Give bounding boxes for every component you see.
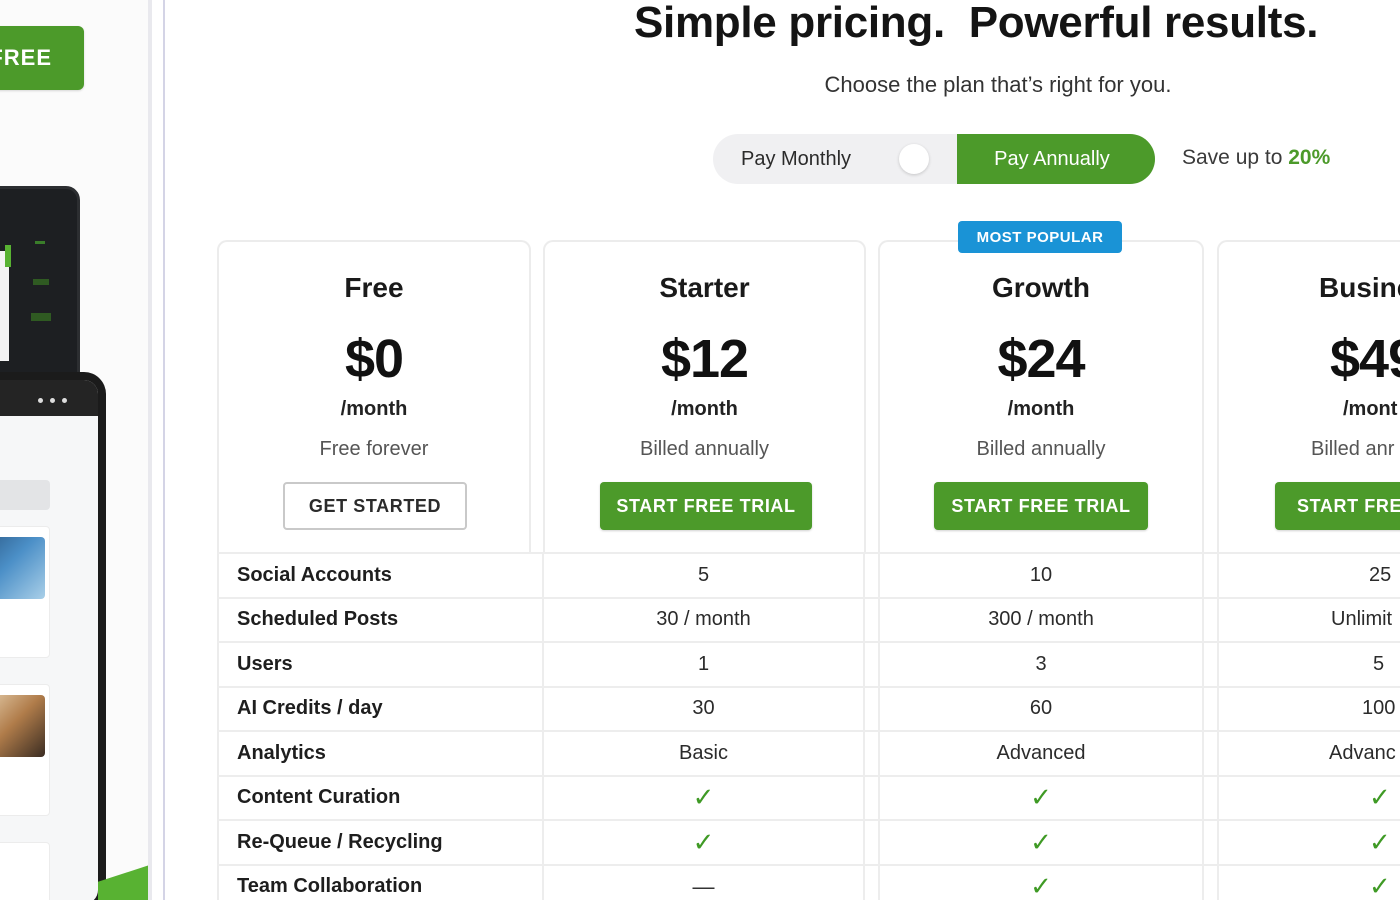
feature-value: 10 [878,554,1204,597]
panel-divider [148,0,152,900]
plan-name: Starter [659,272,750,303]
plan-card-growth: Growth $24 /month Billed annually START … [878,240,1204,553]
plan-price: $49 [1330,329,1400,389]
feature-value: ✓ [1217,865,1400,900]
table-row: Re-Queue / Recycling ✓ ✓ ✓ [217,819,1400,864]
plan-card-free: Free $0 /month Free forever GET STARTED [217,240,531,553]
feature-value: 5 [1217,643,1400,686]
plan-price: $12 [660,329,749,389]
check-icon: ✓ [692,826,715,857]
phone-mockup [0,372,106,900]
check-icon: ✓ [692,782,715,813]
feature-label: Users [217,643,531,686]
feature-comparison-table: Social Accounts 5 10 25 Scheduled Posts … [217,552,1400,900]
feature-label: Social Accounts [217,554,531,597]
feature-value: 5 [542,554,865,597]
start-free-trial-button[interactable]: START FREE TRIAL [934,482,1148,530]
feature-value: ✓ [1217,776,1400,819]
feature-value: ✓ [878,865,1204,900]
feature-label: Analytics [217,732,531,775]
plan-price: $0 [344,329,404,389]
table-row: Scheduled Posts 30 / month 300 / month U… [217,596,1400,641]
start-free-trial-button[interactable]: START FREE TRIAL [600,482,812,530]
get-started-button[interactable]: GET STARTED [283,482,467,530]
feature-value: 30 [542,687,865,730]
post-thumbnail-image [0,695,45,757]
tablet-mockup [0,186,80,386]
feature-label: Re-Queue / Recycling [217,821,531,864]
feature-value: Advanced [878,732,1204,775]
table-row: Social Accounts 5 10 25 [217,552,1400,597]
feature-value: 100 [1217,687,1400,730]
check-icon: ✓ [1369,782,1391,813]
promo-panel: FREE [0,0,148,900]
plan-name: Busine [1319,272,1400,303]
feature-label: AI Credits / day [217,687,531,730]
plan-period: /month [1007,398,1075,420]
try-free-button[interactable]: FREE [0,26,84,90]
feature-value: 60 [878,687,1204,730]
feature-value: — [542,865,865,900]
feature-value: 25 [1217,554,1400,597]
table-row: Team Collaboration — ✓ ✓ [217,863,1400,900]
check-icon: ✓ [1369,826,1391,857]
plan-period: /month [340,398,408,420]
pricing-page: FREE S [0,0,1400,900]
plan-name: Free [344,272,404,303]
check-icon: ✓ [1030,871,1052,900]
feature-value: ✓ [1217,821,1400,864]
dash-icon: — [692,873,715,899]
plan-billing-note: Billed annually [976,438,1106,460]
panel-divider [163,0,165,900]
save-note-prefix: Save up to [1182,146,1289,169]
plan-card-starter: Starter $12 /month Billed annually START… [543,240,866,553]
save-note: Save up to 20% [1182,146,1330,170]
table-row: Analytics Basic Advanced Advanc [217,730,1400,775]
start-free-trial-button[interactable]: START FREE [1275,482,1400,530]
plan-price: $24 [997,329,1085,389]
billing-toggle[interactable]: Pay Monthly Pay Annually [713,134,1155,184]
page-title: Simple pricing. Powerful results. [634,0,1319,47]
feature-value: Basic [542,732,865,775]
plan-name: Growth [992,272,1090,303]
check-icon: ✓ [1030,826,1052,857]
feature-value: Advanc [1217,732,1400,775]
pay-annually-option[interactable]: Pay Annually [957,134,1155,184]
plan-billing-note: Billed anr [1311,438,1395,460]
feature-value: 30 / month [542,598,865,641]
most-popular-badge: MOST POPULAR [958,221,1122,253]
feature-value: 300 / month [878,598,1204,641]
feature-label: Team Collaboration [217,865,531,900]
table-row: Users 1 3 5 [217,641,1400,686]
post-thumbnail-image [0,537,45,599]
pay-monthly-label: Pay Monthly [741,147,852,170]
plan-billing-note: Billed annually [640,438,769,460]
feature-value: ✓ [878,821,1204,864]
pay-annually-label: Pay Annually [994,147,1110,170]
feature-value: 1 [542,643,865,686]
feature-value: ✓ [542,776,865,819]
feature-label: Scheduled Posts [217,598,531,641]
feature-value: 3 [878,643,1204,686]
try-free-label: FREE [0,45,52,70]
table-row: Content Curation ✓ ✓ ✓ [217,774,1400,819]
feature-value: Unlimit [1217,598,1400,641]
check-icon: ✓ [1369,871,1391,900]
feature-value: ✓ [542,821,865,864]
plan-period: /month [671,398,738,420]
table-row: AI Credits / day 30 60 100 [217,685,1400,730]
plan-period: /mont [1343,398,1398,420]
plan-billing-note: Free forever [319,438,429,460]
save-percent: 20% [1288,146,1331,169]
plan-card-business: Busine $49 /mont Billed anr START FREE [1217,240,1400,553]
toggle-knob[interactable] [899,144,929,174]
feature-label: Content Curation [217,776,531,819]
page-subtitle: Choose the plan that’s right for you. [824,72,1172,97]
feature-value: ✓ [878,776,1204,819]
check-icon: ✓ [1030,782,1052,813]
